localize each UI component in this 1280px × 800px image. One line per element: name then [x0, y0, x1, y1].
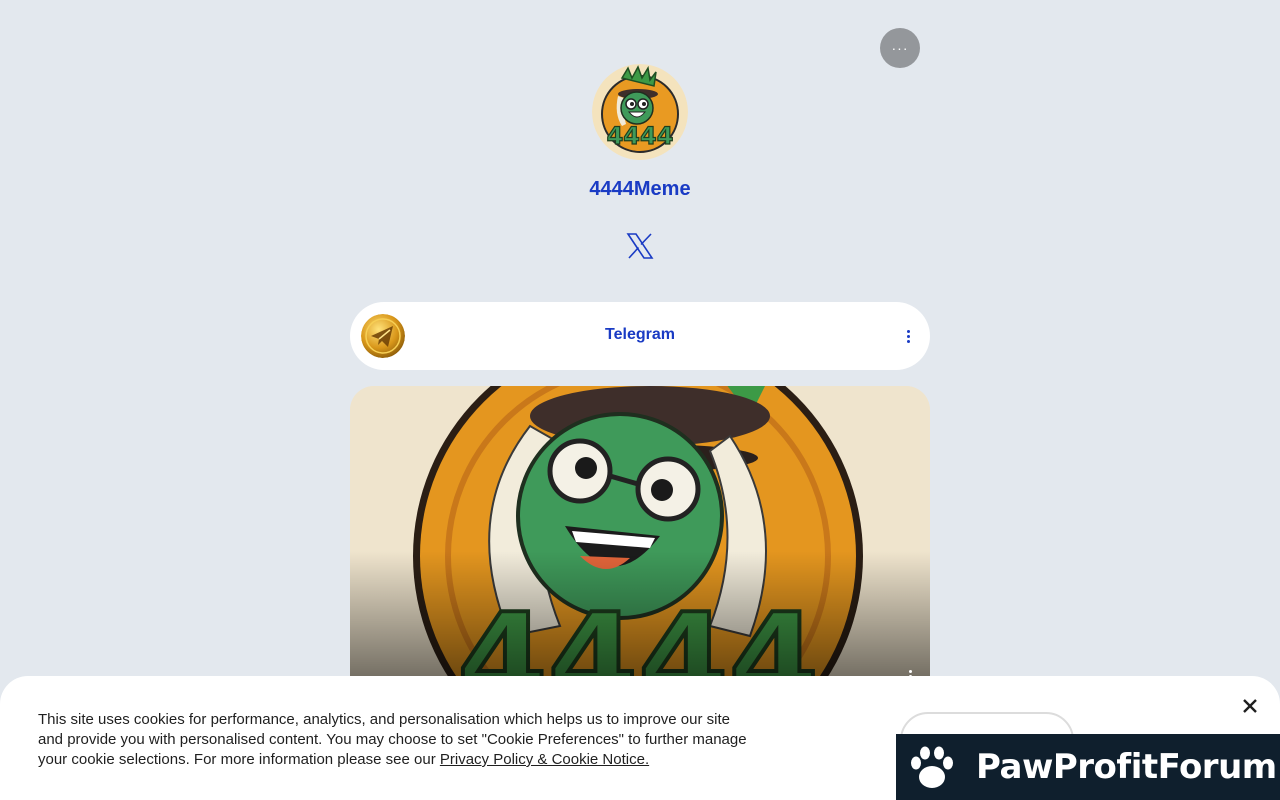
- profile-name: 4444Meme: [589, 178, 691, 200]
- mascot-image: 4444: [350, 386, 930, 686]
- watermark-text: PawProfitForum: [976, 747, 1277, 787]
- cookie-message: This site uses cookies for performance, …: [38, 710, 758, 770]
- avatar: 4444: [592, 64, 688, 160]
- link-options-icon[interactable]: [900, 326, 916, 346]
- meme-mascot-logo: 4444: [592, 64, 688, 160]
- close-icon[interactable]: [1238, 694, 1262, 718]
- paw-icon: [911, 746, 953, 788]
- link-card-telegram[interactable]: Telegram: [350, 302, 930, 370]
- link-label: Telegram: [605, 326, 675, 343]
- privacy-policy-link[interactable]: Privacy Policy & Cookie Notice.: [440, 751, 649, 768]
- watermark: PawProfitForum: [896, 734, 1280, 800]
- x-social-link[interactable]: [624, 230, 656, 262]
- svg-text:4444: 4444: [607, 122, 674, 150]
- more-options-button[interactable]: ···: [880, 28, 920, 68]
- x-logo-icon: [626, 233, 654, 259]
- ellipsis-icon: ···: [891, 40, 909, 56]
- featured-image-card[interactable]: 4444: [350, 386, 930, 686]
